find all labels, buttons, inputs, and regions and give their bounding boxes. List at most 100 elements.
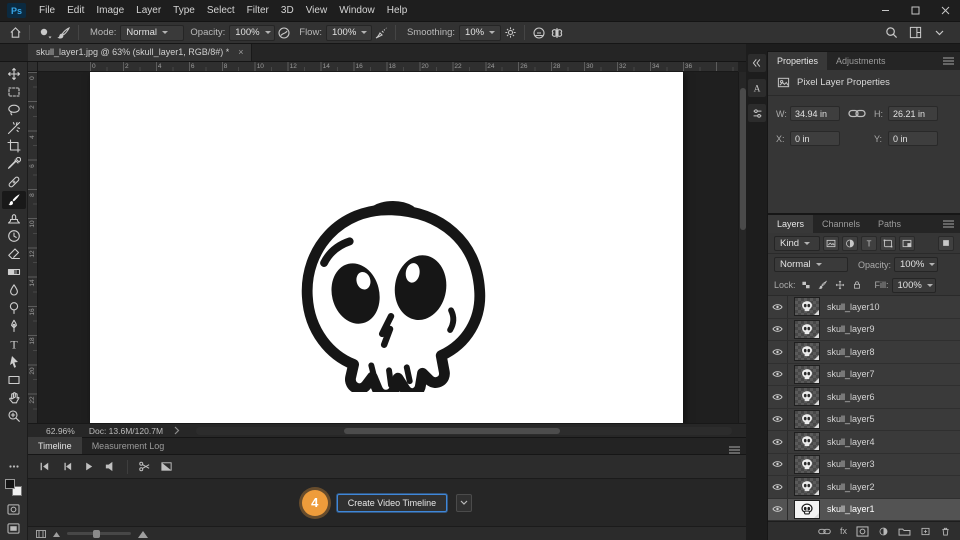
layer-row-skull_layer4[interactable]: skull_layer4: [768, 431, 960, 454]
tool-rectangle[interactable]: [2, 371, 26, 389]
brush-preset-picker-icon[interactable]: [35, 24, 55, 42]
document-canvas[interactable]: [90, 72, 683, 423]
link-layers-icon[interactable]: [818, 527, 831, 536]
layers-opacity-dropdown[interactable]: 100%: [894, 257, 938, 272]
filter-smart-objects-icon[interactable]: [899, 236, 915, 251]
lock-pixels-icon[interactable]: [816, 279, 830, 292]
layer-row-skull_layer7[interactable]: skull_layer7: [768, 364, 960, 387]
layer-thumbnail[interactable]: [795, 343, 819, 360]
menu-image[interactable]: Image: [90, 0, 130, 22]
menu-file[interactable]: File: [33, 0, 61, 22]
tool-crop[interactable]: [2, 137, 26, 155]
y-field[interactable]: 0 in: [888, 131, 938, 146]
tool-eyedropper[interactable]: [2, 155, 26, 173]
filter-adjustment-layers-icon[interactable]: [842, 236, 858, 251]
tool-eraser[interactable]: [2, 245, 26, 263]
vertical-scrollbar[interactable]: [738, 72, 746, 423]
workspace-switcher-icon[interactable]: [906, 24, 924, 42]
layer-visibility-eye-icon[interactable]: [768, 319, 788, 341]
lock-transparency-icon[interactable]: [799, 279, 813, 292]
zoom-out-mountain-icon[interactable]: [53, 531, 60, 537]
layer-thumbnail[interactable]: [795, 456, 819, 473]
tool-zoom[interactable]: [2, 407, 26, 425]
create-video-timeline-button[interactable]: Create Video Timeline: [337, 494, 447, 512]
layer-effects-icon[interactable]: fx: [840, 526, 847, 536]
layer-thumbnail[interactable]: [795, 298, 819, 315]
tool-quick-selection[interactable]: [2, 119, 26, 137]
timeline-frame-icon[interactable]: [36, 530, 46, 538]
tab-channels[interactable]: Channels: [813, 215, 869, 233]
timeline-panel-menu-icon[interactable]: [723, 446, 746, 454]
maximize-button[interactable]: [900, 0, 930, 22]
add-layer-mask-icon[interactable]: [856, 526, 869, 537]
filter-shape-layers-icon[interactable]: [880, 236, 896, 251]
foreground-color-swatch[interactable]: [5, 479, 15, 489]
layer-visibility-eye-icon[interactable]: [768, 364, 788, 386]
zoom-level[interactable]: 62.96%: [46, 426, 75, 436]
menu-3d[interactable]: 3D: [275, 0, 300, 22]
status-chevron-icon[interactable]: [173, 426, 180, 435]
lock-all-icon[interactable]: [850, 279, 864, 292]
layer-thumbnail[interactable]: [795, 411, 819, 428]
tab-properties[interactable]: Properties: [768, 52, 827, 70]
symmetry-butterfly-icon[interactable]: [548, 24, 566, 42]
mode-dropdown[interactable]: Normal: [120, 25, 184, 41]
layer-thumbnail[interactable]: [795, 366, 819, 383]
close-button[interactable]: [930, 0, 960, 22]
play-button[interactable]: [79, 458, 98, 475]
pressure-opacity-icon[interactable]: [275, 24, 293, 42]
layer-name[interactable]: skull_layer4: [827, 437, 875, 447]
brush-settings-panel-icon[interactable]: [55, 24, 73, 42]
tool-hand[interactable]: [2, 389, 26, 407]
search-icon[interactable]: [882, 24, 900, 42]
opacity-dropdown[interactable]: 100%: [229, 25, 275, 41]
layer-name[interactable]: skull_layer3: [827, 459, 875, 469]
lock-position-icon[interactable]: [833, 279, 847, 292]
split-clip-scissors-icon[interactable]: [135, 458, 154, 475]
ruler-origin-corner[interactable]: [28, 62, 38, 72]
layer-visibility-eye-icon[interactable]: [768, 431, 788, 453]
new-group-icon[interactable]: [898, 526, 911, 536]
layer-row-skull_layer6[interactable]: skull_layer6: [768, 386, 960, 409]
filter-kind-dropdown[interactable]: Kind: [774, 236, 820, 251]
timeline-zoom-slider-thumb[interactable]: [93, 530, 100, 538]
layer-visibility-eye-icon[interactable]: [768, 341, 788, 363]
menu-layer[interactable]: Layer: [130, 0, 167, 22]
smoothing-gear-icon[interactable]: [501, 24, 519, 42]
layer-visibility-eye-icon[interactable]: [768, 386, 788, 408]
tab-adjustments[interactable]: Adjustments: [827, 52, 895, 70]
tool-path-selection[interactable]: [2, 353, 26, 371]
layer-thumbnail[interactable]: [795, 388, 819, 405]
tool-gradient[interactable]: [2, 263, 26, 281]
expand-panels-icon[interactable]: [748, 54, 766, 72]
tool-clone-stamp[interactable]: [2, 209, 26, 227]
airbrush-icon[interactable]: [372, 24, 390, 42]
layer-row-skull_layer2[interactable]: skull_layer2: [768, 476, 960, 499]
x-field[interactable]: 0 in: [790, 131, 840, 146]
menu-help[interactable]: Help: [381, 0, 414, 22]
tool-blur[interactable]: [2, 281, 26, 299]
smoothing-dropdown[interactable]: 10%: [459, 25, 501, 41]
tool-pen[interactable]: [2, 317, 26, 335]
properties-panel-menu-icon[interactable]: [937, 52, 960, 70]
document-tab[interactable]: skull_layer1.jpg @ 63% (skull_layer1, RG…: [28, 43, 252, 61]
pressure-size-icon[interactable]: [530, 24, 548, 42]
character-panel-icon[interactable]: A: [748, 79, 766, 97]
tool-spot-healing[interactable]: [2, 173, 26, 191]
link-dimensions-icon[interactable]: [847, 108, 867, 119]
filter-toggle-icon[interactable]: [938, 236, 954, 251]
timeline-type-dropdown[interactable]: [456, 494, 472, 512]
height-field[interactable]: 26.21 in: [888, 106, 938, 121]
layer-row-skull_layer10[interactable]: skull_layer10: [768, 296, 960, 319]
horizontal-scrollbar-thumb[interactable]: [344, 428, 560, 434]
new-adjustment-layer-icon[interactable]: [878, 526, 889, 537]
layer-name[interactable]: skull_layer5: [827, 414, 875, 424]
first-frame-button[interactable]: [35, 458, 54, 475]
layer-visibility-eye-icon[interactable]: [768, 296, 788, 318]
layer-name[interactable]: skull_layer2: [827, 482, 875, 492]
layer-name[interactable]: skull_layer1: [827, 504, 875, 514]
layer-row-skull_layer8[interactable]: skull_layer8: [768, 341, 960, 364]
menu-filter[interactable]: Filter: [241, 0, 275, 22]
tool-lasso[interactable]: [2, 101, 26, 119]
tab-close-icon[interactable]: ×: [238, 47, 243, 57]
